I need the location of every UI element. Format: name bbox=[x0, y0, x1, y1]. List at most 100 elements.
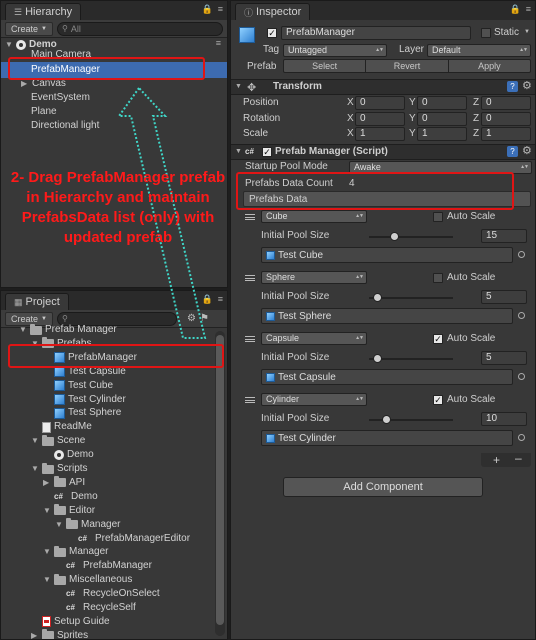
project-item[interactable]: Demo bbox=[43, 448, 94, 462]
add-item-icon[interactable]: + bbox=[493, 453, 500, 467]
transform-z-field[interactable]: 0 bbox=[481, 96, 531, 110]
remove-item-icon[interactable]: – bbox=[515, 451, 522, 465]
drag-handle-icon[interactable] bbox=[245, 214, 255, 220]
project-item[interactable]: ▼ Miscellaneous bbox=[43, 573, 132, 587]
lock-icon[interactable]: 🔒 bbox=[202, 4, 213, 15]
transform-y-field[interactable]: 1 bbox=[417, 127, 467, 141]
static-dropdown-arrow-icon[interactable]: ▼ bbox=[524, 29, 530, 35]
hierarchy-search-input[interactable]: ⚲ All bbox=[56, 21, 223, 36]
pool-size-field[interactable]: 5 bbox=[481, 351, 527, 365]
lock-icon[interactable]: 🔒 bbox=[510, 4, 521, 15]
foldout-arrow-icon[interactable]: ▼ bbox=[235, 83, 242, 90]
transform-y-field[interactable]: 0 bbox=[417, 96, 467, 110]
prefab-apply-button[interactable]: Apply bbox=[448, 59, 531, 73]
prefab-object-field[interactable]: Test Cube bbox=[261, 247, 513, 263]
tab-hierarchy[interactable]: ☰ Hierarchy bbox=[5, 3, 82, 20]
component-settings-icon[interactable]: ⚙ bbox=[522, 144, 532, 157]
foldout-arrow-icon[interactable]: ▼ bbox=[235, 148, 242, 155]
drag-handle-icon[interactable] bbox=[245, 336, 255, 342]
expand-arrow-icon[interactable]: ▼ bbox=[31, 434, 39, 448]
prefab-object-field[interactable]: Test Sphere bbox=[261, 308, 513, 324]
pool-size-field[interactable]: 5 bbox=[481, 290, 527, 304]
pool-size-slider-knob[interactable] bbox=[373, 293, 382, 302]
pool-size-field[interactable]: 10 bbox=[481, 412, 527, 426]
expand-arrow-icon[interactable]: ▼ bbox=[5, 38, 13, 52]
object-picker-icon[interactable] bbox=[518, 312, 525, 319]
transform-x-field[interactable]: 1 bbox=[355, 127, 405, 141]
auto-scale-checkbox[interactable] bbox=[433, 212, 443, 222]
expand-arrow-icon[interactable]: ▼ bbox=[43, 504, 51, 518]
layer-dropdown[interactable]: Default bbox=[427, 44, 531, 57]
collapse-arrow-icon[interactable]: ▶ bbox=[43, 476, 51, 490]
hierarchy-item[interactable]: Plane bbox=[31, 105, 57, 119]
object-active-checkbox[interactable]: ✓ bbox=[267, 28, 277, 38]
shape-dropdown[interactable]: Sphere bbox=[261, 271, 367, 284]
project-item[interactable]: ▼ Prefab Manager bbox=[19, 323, 117, 337]
project-item[interactable]: c# Demo bbox=[43, 490, 98, 504]
project-item[interactable]: Test Sphere bbox=[43, 406, 121, 420]
collapse-arrow-icon[interactable]: ▶ bbox=[31, 629, 39, 639]
shape-dropdown[interactable]: Cube bbox=[261, 210, 367, 223]
expand-arrow-icon[interactable]: ▼ bbox=[31, 462, 39, 476]
project-item[interactable]: ▶ Sprites bbox=[31, 629, 88, 639]
transform-z-field[interactable]: 0 bbox=[481, 111, 531, 126]
prefab-object-field[interactable]: Test Capsule bbox=[261, 369, 513, 385]
help-book-icon[interactable]: ? bbox=[507, 146, 518, 157]
prefab-select-button[interactable]: Select bbox=[283, 59, 367, 73]
hierarchy-create-button[interactable]: Create ▼ bbox=[5, 21, 53, 36]
lock-icon[interactable]: 🔒 bbox=[202, 294, 213, 305]
project-item[interactable]: Test Cylinder bbox=[43, 393, 126, 407]
hierarchy-item[interactable]: EventSystem bbox=[31, 91, 90, 105]
object-picker-icon[interactable] bbox=[518, 251, 525, 258]
script-enabled-checkbox[interactable]: ✓ bbox=[262, 147, 272, 157]
project-item[interactable]: ReadMe bbox=[31, 420, 92, 434]
transform-x-field[interactable]: 0 bbox=[355, 111, 405, 126]
project-scrollbar[interactable] bbox=[215, 331, 225, 636]
menu-icon[interactable]: ≡ bbox=[218, 294, 223, 305]
project-item[interactable]: ▼ Manager bbox=[43, 545, 108, 559]
hierarchy-item[interactable]: Directional light bbox=[31, 119, 99, 133]
project-item[interactable]: ▼ Scripts bbox=[31, 462, 88, 476]
menu-icon[interactable]: ≡ bbox=[526, 4, 531, 15]
menu-icon[interactable]: ≡ bbox=[218, 4, 223, 15]
auto-scale-checkbox[interactable]: ✓ bbox=[433, 395, 443, 405]
tab-inspector[interactable]: ⓘ Inspector bbox=[235, 3, 311, 20]
tag-dropdown[interactable]: Untagged bbox=[283, 44, 387, 57]
pool-size-slider-knob[interactable] bbox=[373, 354, 382, 363]
transform-x-field[interactable]: 0 bbox=[355, 96, 405, 110]
object-name-field[interactable]: PrefabManager bbox=[281, 26, 471, 40]
drag-handle-icon[interactable] bbox=[245, 397, 255, 403]
pool-size-slider-track[interactable] bbox=[369, 236, 453, 238]
pool-size-slider-knob[interactable] bbox=[382, 415, 391, 424]
project-item[interactable]: ▼ Editor bbox=[43, 504, 95, 518]
expand-arrow-icon[interactable]: ▼ bbox=[43, 545, 51, 559]
project-item[interactable]: Test Cube bbox=[43, 379, 113, 393]
project-item[interactable]: c# PrefabManagerEditor bbox=[67, 532, 190, 546]
project-item[interactable]: c# RecycleOnSelect bbox=[55, 587, 160, 601]
add-component-button[interactable]: Add Component bbox=[283, 477, 483, 497]
project-item[interactable]: ▼ Manager bbox=[55, 518, 120, 532]
expand-arrow-icon[interactable]: ▼ bbox=[43, 573, 51, 587]
pool-size-field[interactable]: 15 bbox=[481, 229, 527, 243]
project-item[interactable]: c# RecycleSelf bbox=[55, 601, 136, 615]
filter-type-icon[interactable]: ⚙ bbox=[187, 313, 196, 324]
auto-scale-checkbox[interactable] bbox=[433, 273, 443, 283]
shape-dropdown[interactable]: Cylinder bbox=[261, 393, 367, 406]
project-item[interactable]: ▼ Scene bbox=[31, 434, 85, 448]
project-item[interactable]: Setup Guide bbox=[31, 615, 110, 629]
expand-arrow-icon[interactable]: ▼ bbox=[55, 518, 63, 532]
expand-arrow-icon[interactable]: ▼ bbox=[19, 323, 27, 337]
drag-handle-icon[interactable] bbox=[245, 275, 255, 281]
static-checkbox[interactable] bbox=[481, 28, 491, 38]
transform-z-field[interactable]: 1 bbox=[481, 127, 531, 141]
object-picker-icon[interactable] bbox=[518, 373, 525, 380]
prefab-revert-button[interactable]: Revert bbox=[366, 59, 449, 73]
scene-menu-icon[interactable]: ≡ bbox=[216, 38, 221, 48]
tab-project[interactable]: ▦ Project bbox=[5, 293, 69, 310]
project-item[interactable]: c# PrefabManager bbox=[55, 559, 152, 573]
transform-y-field[interactable]: 0 bbox=[417, 111, 467, 126]
auto-scale-checkbox[interactable]: ✓ bbox=[433, 334, 443, 344]
pool-size-slider-knob[interactable] bbox=[390, 232, 399, 241]
object-picker-icon[interactable] bbox=[518, 434, 525, 441]
project-item[interactable]: ▶ API bbox=[43, 476, 85, 490]
